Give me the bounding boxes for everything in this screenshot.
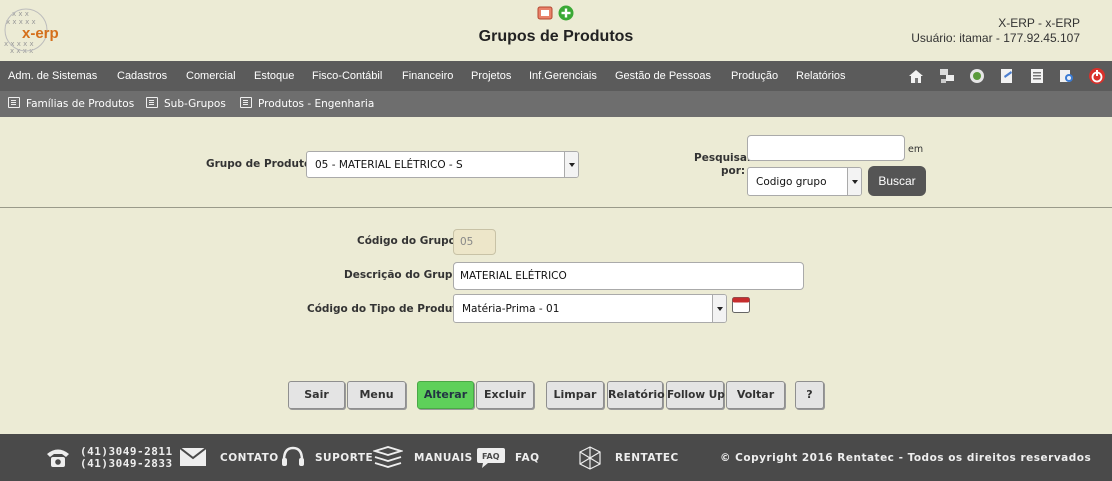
menu-producao[interactable]: Produção [731, 61, 778, 91]
menu-gestao-pessoas[interactable]: Gestão de Pessoas [615, 61, 711, 91]
user-info: Usuário: itamar - 177.92.45.107 [911, 31, 1080, 45]
header: x x xx x x x x x x x x xx x x x x-erp Gr… [0, 0, 1112, 61]
help-button[interactable]: ? [795, 381, 824, 409]
manuals-link[interactable]: MANUAIS [414, 452, 473, 464]
search-label-1: Pesquisar [694, 152, 753, 164]
main-menu-bar: Adm. de Sistemas Cadastros Comercial Est… [0, 61, 1112, 91]
product-type-value: Matéria-Prima - 01 [462, 303, 560, 315]
network-icon[interactable] [938, 67, 956, 85]
menu-relatorios[interactable]: Relatórios [796, 61, 846, 91]
exit-button[interactable]: Sair [288, 381, 345, 409]
menu-icons [900, 67, 1106, 85]
top-icons [537, 5, 574, 24]
report-button[interactable]: Relatório [607, 381, 665, 409]
menu-button[interactable]: Menu [347, 381, 406, 409]
code-label: Código do Grupo* [357, 235, 461, 247]
delete-button[interactable]: Excluir [476, 381, 534, 409]
group-select-value: 05 - MATERIAL ELÉTRICO - S [315, 159, 463, 171]
envelope-icon[interactable] [180, 448, 206, 466]
chevron-down-icon [847, 168, 861, 195]
contact-link[interactable]: CONTATO [220, 452, 279, 464]
recycle-icon[interactable] [968, 67, 986, 85]
search-input[interactable] [747, 135, 905, 161]
copyright-text: © Copyright 2016 Rentatec - Todos os dir… [720, 452, 1092, 464]
form-icon [8, 97, 20, 108]
faq-link[interactable]: FAQ [515, 452, 540, 464]
rentatec-logo-icon[interactable] [576, 444, 604, 472]
headset-icon[interactable] [280, 445, 306, 471]
phone-number-2: (41)3049-2833 [80, 457, 173, 470]
menu-inf-gerenciais[interactable]: Inf.Gerenciais [529, 61, 597, 91]
form-icon [146, 97, 158, 108]
books-icon[interactable] [373, 445, 403, 469]
system-info: X-ERP - x-ERP Usuário: itamar - 177.92.4… [911, 16, 1080, 46]
group-select-label: Grupo de Produtos [206, 158, 318, 170]
add-icon[interactable] [558, 5, 574, 21]
system-name: X-ERP - x-ERP [998, 16, 1080, 30]
submenu-sub-grupos[interactable]: Sub-Grupos [146, 91, 226, 117]
menu-comercial[interactable]: Comercial [186, 61, 236, 91]
search-label-2: por: [721, 165, 746, 177]
faq-bubble-icon[interactable]: FAQ [476, 446, 506, 470]
submenu-label: Produtos - Engenharia [258, 98, 375, 110]
code-label-text: Código do Grupo [357, 235, 456, 247]
product-type-select[interactable]: Matéria-Prima - 01 [453, 294, 727, 323]
menu-financeiro[interactable]: Financeiro [402, 61, 453, 91]
list-document-icon[interactable] [1028, 67, 1046, 85]
chevron-down-icon [712, 295, 726, 322]
group-select[interactable]: 05 - MATERIAL ELÉTRICO - S [306, 151, 579, 178]
desc-label-text: Descrição do Grupo [344, 269, 460, 281]
document-edit-icon[interactable] [998, 67, 1016, 85]
desc-label: Descrição do Grupo* [344, 269, 465, 281]
home-icon[interactable] [907, 67, 925, 85]
back-button[interactable]: Voltar [726, 381, 785, 409]
follow-up-button[interactable]: Follow Up [666, 381, 725, 409]
menu-fisco-contabil[interactable]: Fisco-Contábil [312, 61, 382, 91]
pdf-icon[interactable] [537, 5, 553, 21]
power-icon[interactable] [1088, 67, 1106, 85]
submenu-familias-produtos[interactable]: Famílias de Produtos [8, 91, 134, 117]
phone-icon [47, 449, 69, 467]
clear-button[interactable]: Limpar [546, 381, 604, 409]
menu-estoque[interactable]: Estoque [254, 61, 294, 91]
description-field[interactable]: MATERIAL ELÉTRICO [453, 262, 804, 290]
code-field[interactable]: 05 [453, 229, 496, 255]
rentatec-link[interactable]: RENTATEC [615, 452, 679, 464]
search-document-icon[interactable] [1058, 67, 1076, 85]
menu-adm-sistemas[interactable]: Adm. de Sistemas [8, 61, 97, 91]
faq-bubble-text: FAQ [482, 452, 500, 461]
support-link[interactable]: SUPORTE [315, 452, 373, 464]
section-divider [0, 207, 1112, 208]
svg-text:x x x: x x x [12, 10, 29, 18]
submenu-produtos-engenharia[interactable]: Produtos - Engenharia [240, 91, 374, 117]
type-label-text: Código do Tipo de Produto [307, 303, 465, 315]
search-by-select[interactable]: Codigo grupo [747, 167, 862, 196]
search-by-value: Codigo grupo [756, 176, 827, 188]
form-icon [240, 97, 252, 108]
chevron-down-icon [564, 152, 578, 177]
calendar-icon[interactable] [732, 296, 750, 313]
type-label: Código do Tipo de Produto* [307, 303, 470, 315]
submenu-label: Famílias de Produtos [26, 98, 135, 110]
submenu-bar: Famílias de Produtos Sub-Grupos Produtos… [0, 91, 1112, 117]
submenu-label: Sub-Grupos [164, 98, 226, 110]
em-label: em [908, 144, 924, 155]
footer: (41)3049-2811 (41)3049-2833 CONTATO SUPO… [0, 434, 1112, 481]
phone-numbers: (41)3049-2811 (41)3049-2833 [80, 446, 173, 470]
menu-cadastros[interactable]: Cadastros [117, 61, 167, 91]
update-button[interactable]: Alterar [417, 381, 474, 409]
menu-projetos[interactable]: Projetos [471, 61, 511, 91]
search-button[interactable]: Buscar [868, 166, 926, 196]
